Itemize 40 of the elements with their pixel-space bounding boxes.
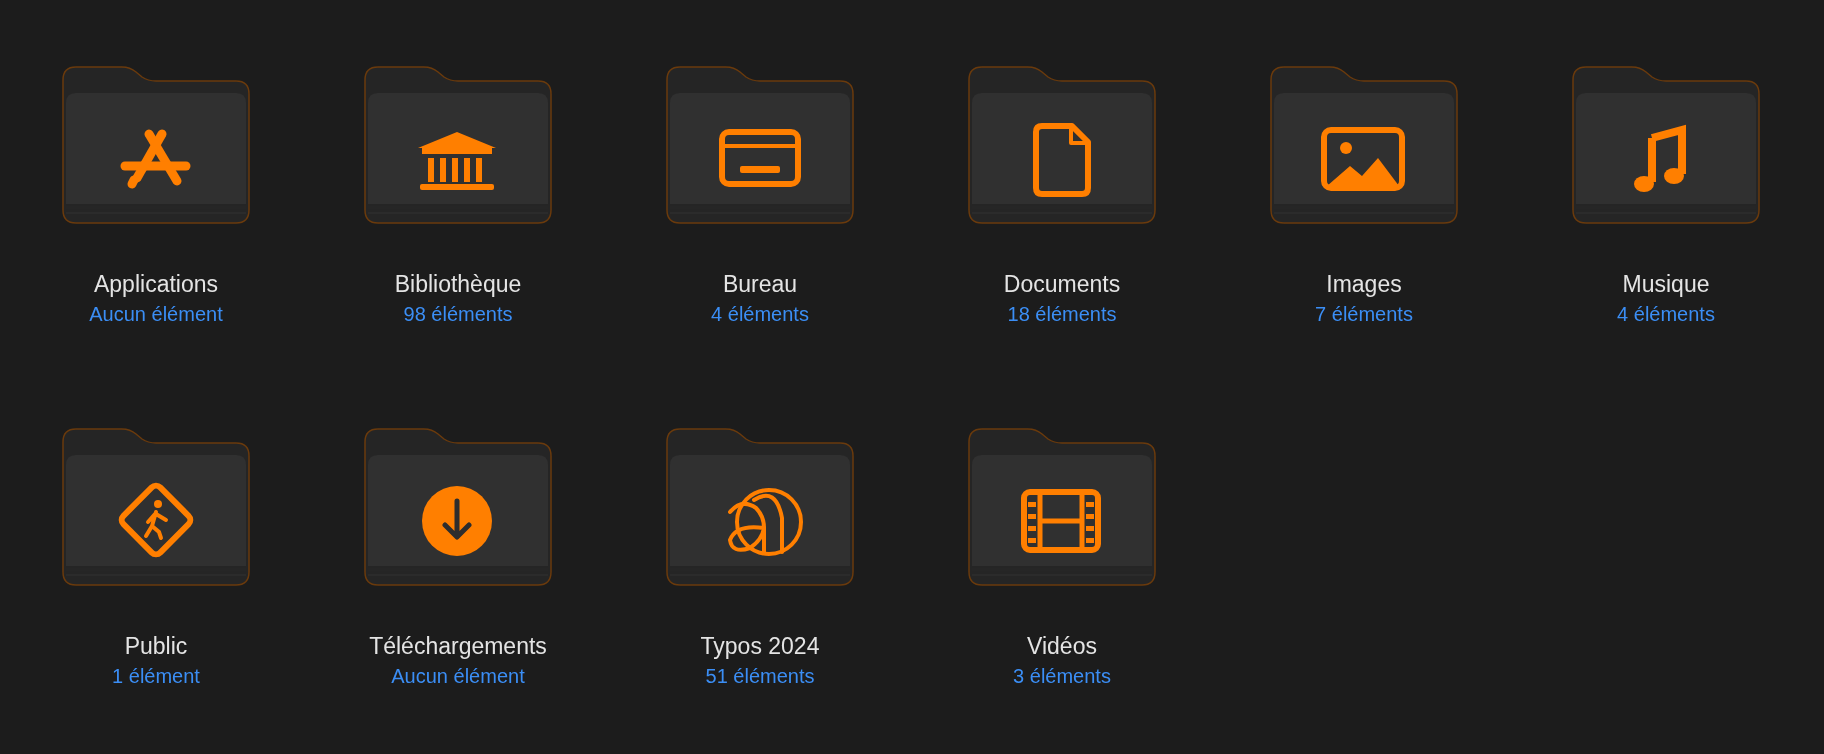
item-count: 51 éléments — [705, 664, 815, 688]
item-count: Aucun élément — [89, 302, 223, 326]
folder-name: Applications — [94, 270, 218, 298]
folder-name: Bibliothèque — [394, 270, 522, 298]
download-icon — [422, 486, 492, 556]
item-count: 7 éléments — [1315, 302, 1413, 326]
folder-icon[interactable] — [364, 66, 552, 224]
folder-name: Vidéos — [1027, 632, 1097, 660]
film-strip-icon — [1021, 489, 1101, 553]
folder-icon[interactable] — [1572, 66, 1760, 224]
item-count: 4 éléments — [711, 302, 809, 326]
item-count: 4 éléments — [1617, 302, 1715, 326]
folder-icon[interactable] — [666, 66, 854, 224]
folder-name: Documents — [1003, 270, 1121, 298]
folder-name: Images — [1326, 270, 1402, 298]
folder-name: Typos 2024 — [700, 632, 820, 660]
document-icon — [1033, 123, 1091, 197]
folder-icon[interactable] — [666, 428, 854, 586]
window-icon — [719, 129, 801, 187]
item-count: 1 élément — [112, 664, 200, 688]
folder-icon[interactable] — [62, 66, 250, 224]
folder-name: Bureau — [722, 270, 798, 298]
image-icon — [1321, 127, 1405, 191]
folder-icon[interactable] — [364, 428, 552, 586]
app-store-icon — [120, 129, 191, 189]
folder-name: Public — [124, 632, 188, 660]
item-count: 3 éléments — [1013, 664, 1111, 688]
bank-building-icon — [418, 132, 496, 190]
folder-icon[interactable] — [62, 428, 250, 586]
folder-icon[interactable] — [968, 66, 1156, 224]
item-count: 98 éléments — [403, 302, 513, 326]
font-letters-icon — [728, 488, 803, 556]
item-count: Aucun élément — [391, 664, 525, 688]
folder-icon[interactable] — [968, 428, 1156, 586]
folder-name: Musique — [1622, 270, 1710, 298]
folder-icon[interactable] — [1270, 66, 1458, 224]
music-note-icon — [1634, 124, 1686, 192]
item-count: 18 éléments — [1007, 302, 1117, 326]
folder-name: Téléchargements — [369, 632, 547, 660]
pedestrian-sign-icon — [116, 480, 196, 560]
